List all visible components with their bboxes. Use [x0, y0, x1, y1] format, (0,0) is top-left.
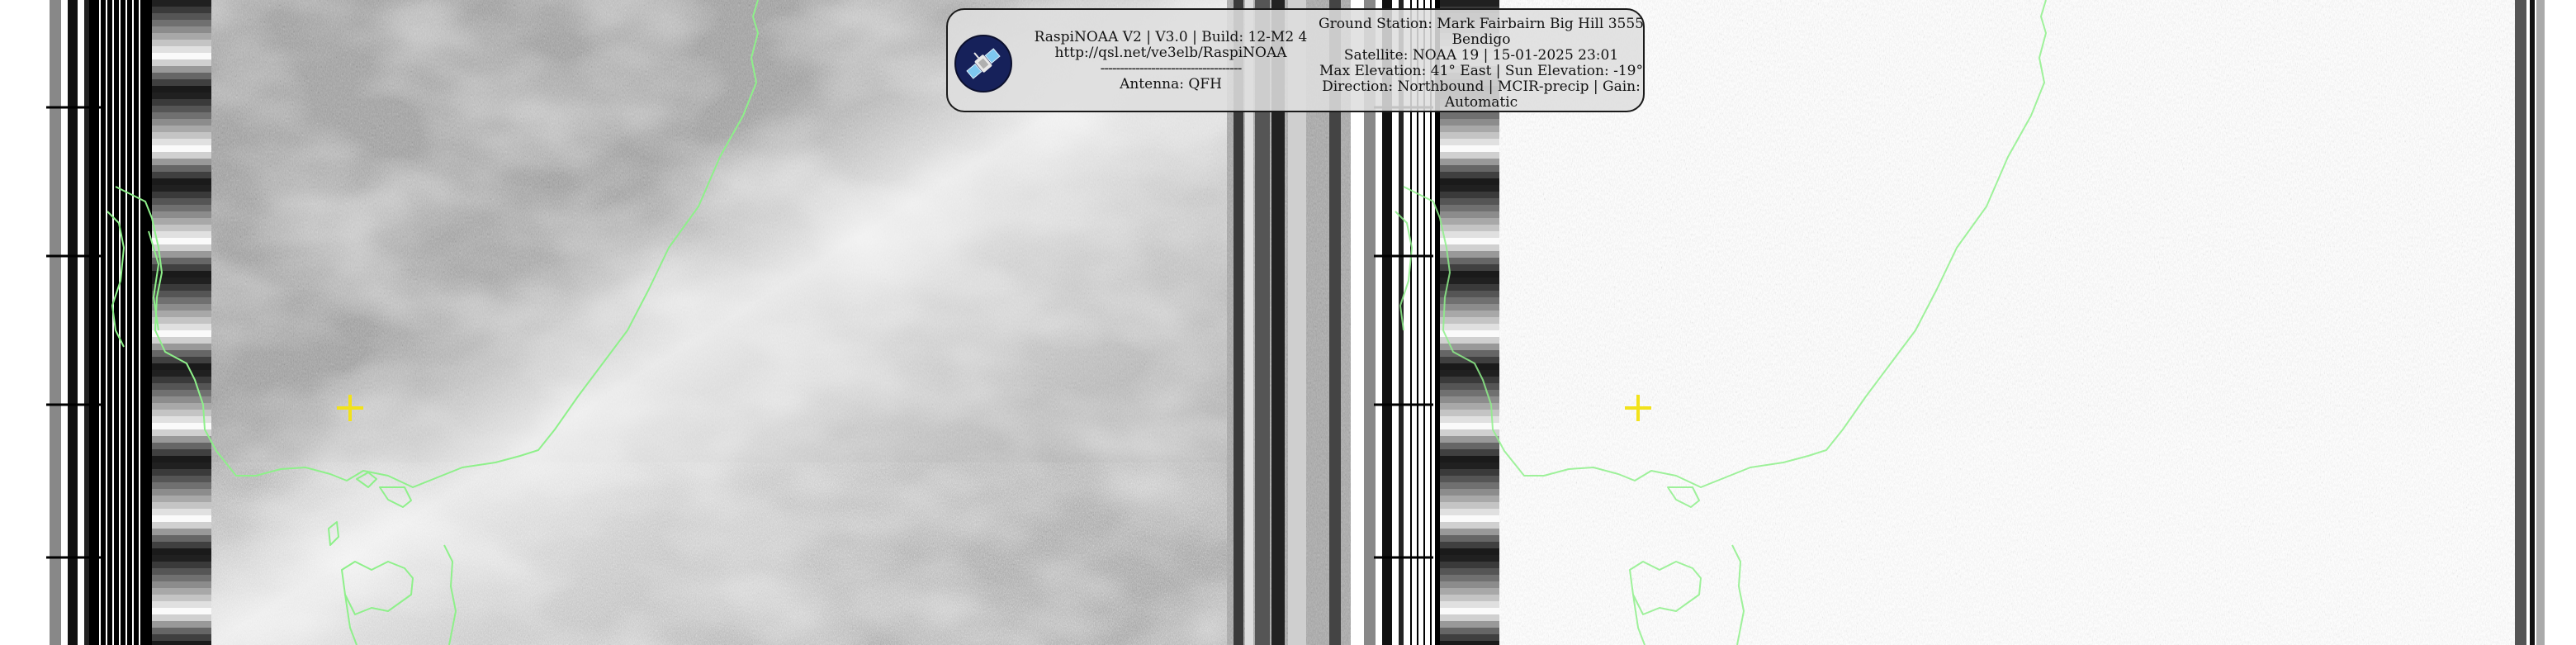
- ground-station: Ground Station: Mark Fairbairn Big Hill …: [1319, 16, 1644, 48]
- software-info: RaspiNOAA V2 | V3.0 | Build: 12-M2 4 htt…: [1022, 30, 1319, 92]
- pass-info-panel: RaspiNOAA V2 | V3.0 | Build: 12-M2 4 htt…: [946, 8, 1645, 112]
- pass-details: Ground Station: Mark Fairbairn Big Hill …: [1318, 17, 1645, 111]
- satellite-pass: Satellite: NOAA 19 | 15-01-2025 23:01: [1343, 47, 1619, 64]
- software-version: RaspiNOAA V2 | V3.0 | Build: 12-M2 4: [1034, 29, 1308, 45]
- separator-line: ------------------------------------: [1100, 61, 1243, 77]
- project-url: http://qsl.net/ve3elb/RaspiNOAA: [1054, 45, 1287, 61]
- antenna-info: Antenna: QFH: [1120, 76, 1222, 92]
- satellite-icon: [954, 35, 1012, 92]
- direction-gain: Direction: Northbound | MCIR-precip | Ga…: [1322, 78, 1641, 111]
- elevation-info: Max Elevation: 41° East | Sun Elevation:…: [1319, 63, 1643, 79]
